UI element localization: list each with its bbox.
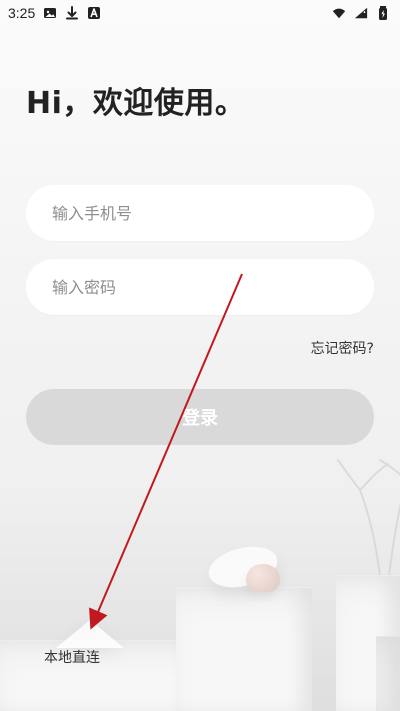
image-icon [43,6,57,20]
login-button[interactable]: 登录 [26,389,374,445]
forgot-password-link[interactable]: 忘记密码? [311,338,374,358]
pedestal-right-front [376,636,400,711]
password-input[interactable] [26,259,374,315]
status-time: 3:25 [8,5,36,21]
local-connect-link[interactable]: 本地直连 [44,647,100,667]
password-field [26,259,374,315]
status-right [332,6,390,20]
welcome-title: Hi，欢迎使用。 [26,86,246,121]
status-bar: 3:25 [0,0,400,26]
download-icon [65,6,79,20]
phone-field [26,185,374,241]
signal-icon [354,6,368,20]
text-a-icon [87,6,101,20]
paper-fold-decoration [56,620,124,648]
decorative-vase [246,564,280,592]
phone-input[interactable] [26,185,374,241]
pedestal-middle [176,587,312,711]
wifi-icon [332,6,346,20]
battery-charging-icon [376,6,390,20]
status-left: 3:25 [8,5,101,21]
